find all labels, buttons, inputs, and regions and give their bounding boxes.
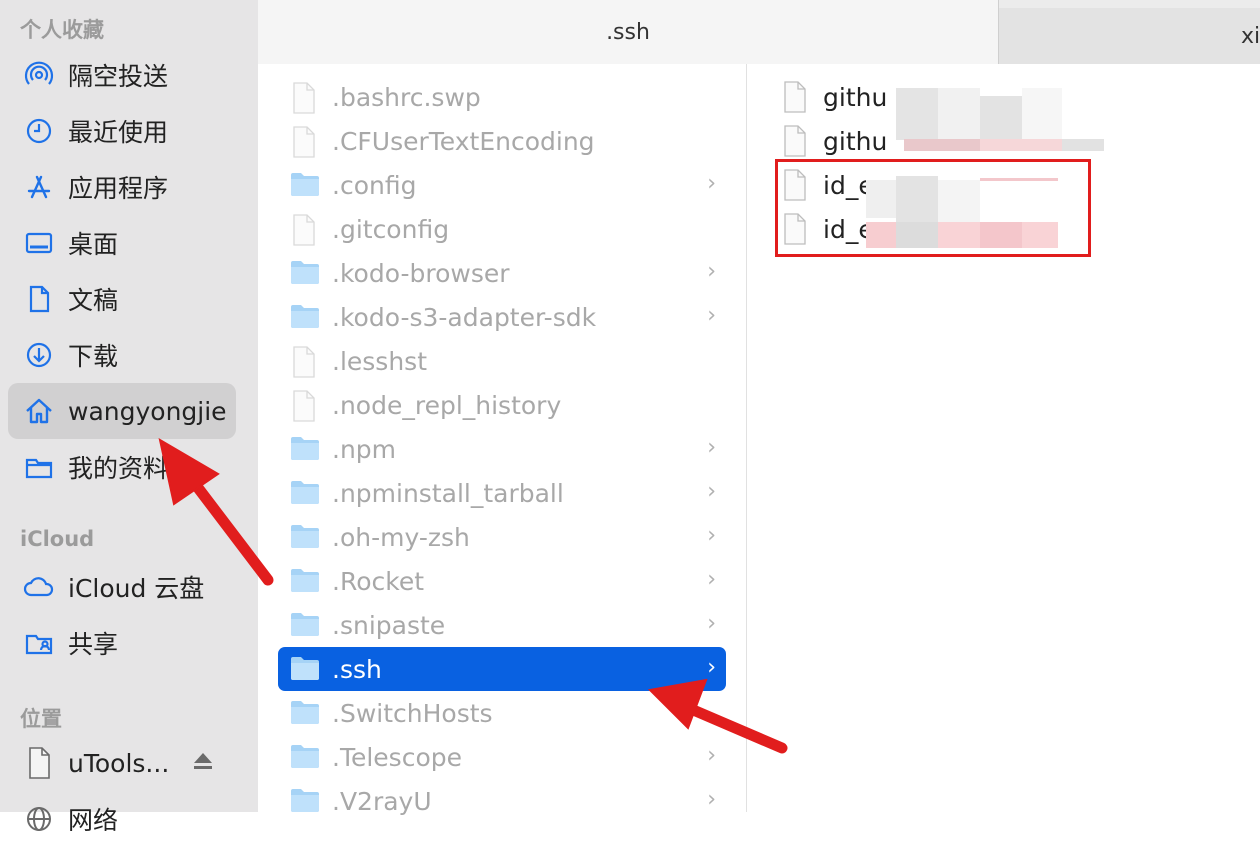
arrow-to-ssh bbox=[678, 700, 788, 754]
annotation-arrows bbox=[158, 437, 788, 754]
